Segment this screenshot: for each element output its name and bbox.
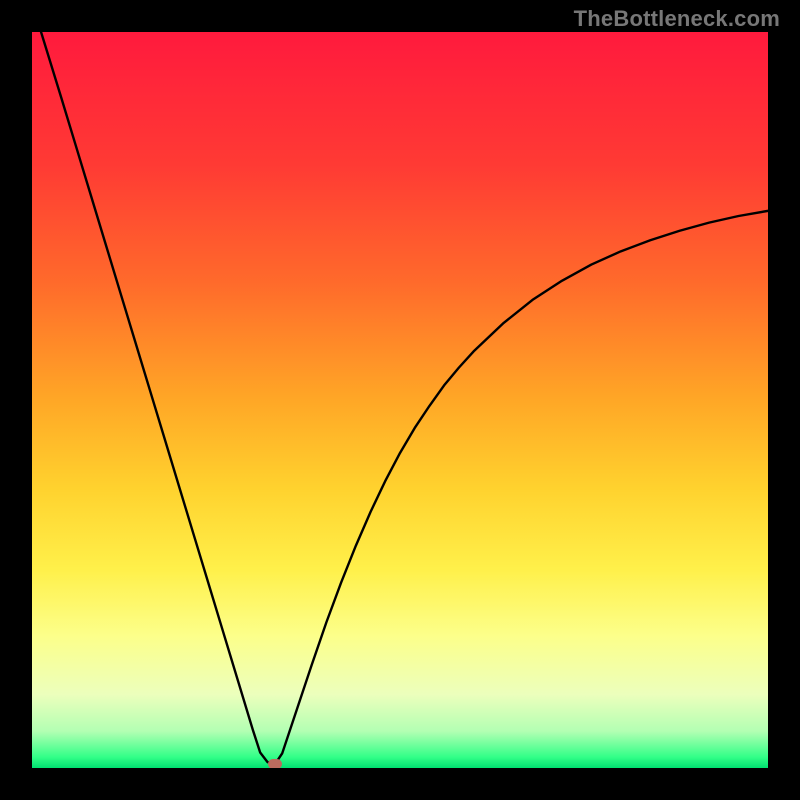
plot-area bbox=[32, 32, 768, 768]
bottleneck-curve bbox=[32, 32, 768, 768]
chart-frame: TheBottleneck.com bbox=[0, 0, 800, 800]
watermark-text: TheBottleneck.com bbox=[574, 6, 780, 32]
optimum-marker bbox=[268, 759, 282, 768]
